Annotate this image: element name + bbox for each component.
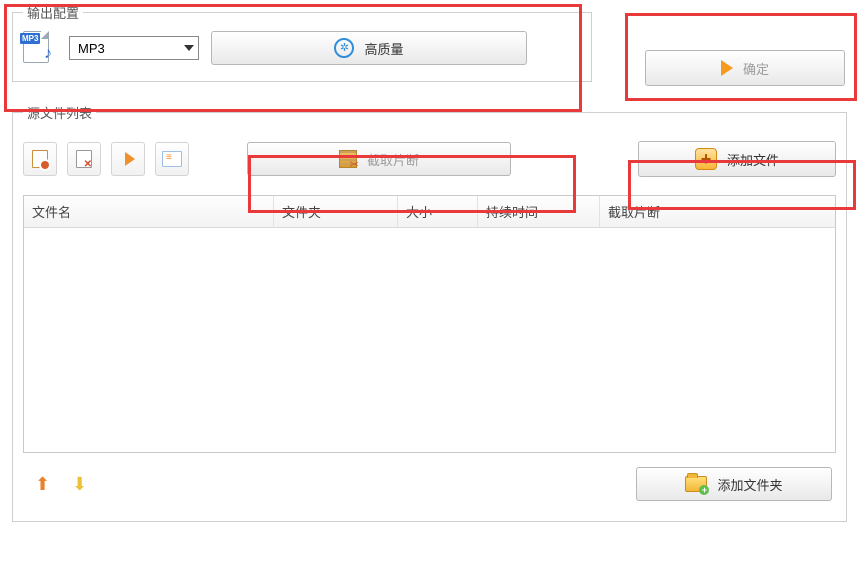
film-cut-icon (339, 150, 357, 168)
add-file-button[interactable]: + 添加文件 (638, 141, 836, 177)
col-size[interactable]: 大小 (398, 196, 478, 227)
add-folder-label: 添加文件夹 (717, 475, 782, 494)
col-folder[interactable]: 文件夹 (274, 196, 398, 227)
clip-segment-button[interactable]: 截取片断 (247, 142, 511, 176)
col-filename[interactable]: 文件名 (24, 196, 274, 227)
mp3-file-icon: MP3 ♪ (23, 31, 57, 65)
table-header: 文件名 文件夹 大小 持续时间 截取片断 (24, 196, 835, 228)
confirm-button[interactable]: 确定 (645, 50, 845, 86)
table-body[interactable] (24, 228, 835, 452)
output-config-group: 输出配置 MP3 ♪ MP3 高质量 (12, 12, 592, 82)
properties-button[interactable] (155, 142, 189, 176)
format-select[interactable]: MP3 (69, 36, 199, 60)
folder-add-icon (685, 476, 707, 492)
add-file-label: 添加文件 (727, 150, 779, 169)
move-up-button[interactable]: ⬆ (35, 474, 50, 495)
plus-icon: + (695, 148, 717, 170)
arrow-right-icon (721, 60, 733, 76)
quality-button-label: 高质量 (364, 39, 403, 58)
source-file-list-group: 源文件列表 截取片断 + 添加文件 文件名 文件夹 大小 持续时间 截取片断 ⬆… (12, 112, 847, 522)
move-down-button[interactable]: ⬇ (72, 474, 87, 495)
play-button[interactable] (111, 142, 145, 176)
gear-circle-icon (334, 38, 354, 58)
col-duration[interactable]: 持续时间 (478, 196, 600, 227)
chevron-down-icon (184, 45, 194, 51)
remove-file-button[interactable] (23, 142, 57, 176)
quality-button[interactable]: 高质量 (211, 31, 527, 65)
add-folder-button[interactable]: 添加文件夹 (636, 467, 832, 501)
confirm-button-label: 确定 (743, 59, 769, 78)
output-config-legend: 输出配置 (23, 3, 83, 22)
clear-list-button[interactable] (67, 142, 101, 176)
col-clip[interactable]: 截取片断 (600, 196, 835, 227)
format-select-value: MP3 (78, 41, 105, 56)
file-table: 文件名 文件夹 大小 持续时间 截取片断 (23, 195, 836, 453)
source-file-list-legend: 源文件列表 (23, 103, 96, 122)
clip-segment-label: 截取片断 (367, 150, 419, 169)
